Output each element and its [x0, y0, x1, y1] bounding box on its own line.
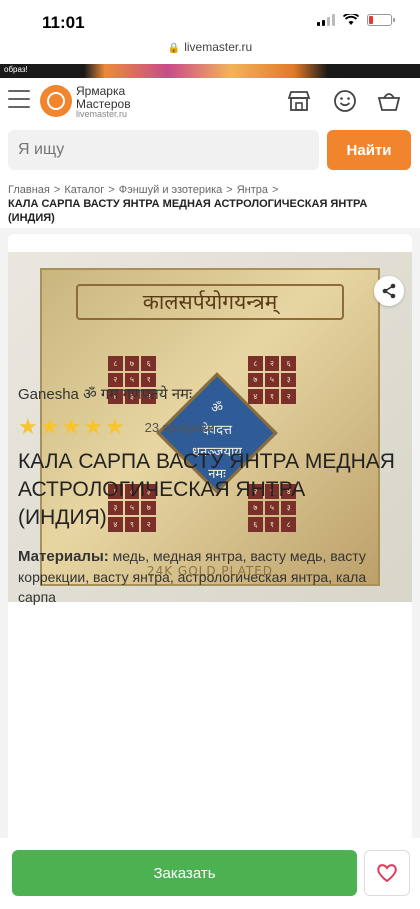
breadcrumb-home[interactable]: Главная	[8, 184, 50, 196]
logo[interactable]: Ярмарка Мастеров livemaster.ru	[76, 85, 131, 120]
cellular-signal-icon	[317, 14, 335, 26]
star-icon: ★	[61, 414, 82, 439]
yantra-grid-top-right: ८२६७५३४१२	[248, 356, 296, 404]
sales-count: 23 продажи	[144, 419, 215, 435]
logo-icon[interactable]	[40, 85, 72, 117]
materials-label: Материалы:	[18, 548, 109, 565]
status-bar: 11:01	[0, 0, 420, 40]
status-icons	[317, 14, 395, 26]
browser-url-bar[interactable]: 🔒 livemaster.ru	[0, 40, 420, 64]
star-icon: ★	[83, 414, 103, 439]
status-time: 11:01	[42, 13, 85, 32]
lock-icon: 🔒	[167, 43, 181, 54]
menu-icon[interactable]	[8, 90, 30, 108]
promo-banner[interactable]: образ!	[0, 64, 420, 78]
site-header: Ярмарка Мастеров livemaster.ru	[0, 78, 420, 126]
product-card: कालसर्पयोगयन्त्रम् ८७६२५१४३२ ८२६७५३४१२ १…	[8, 234, 412, 854]
logo-domain: livemaster.ru	[76, 109, 128, 120]
search-row: Найти	[0, 130, 420, 170]
smile-icon[interactable]	[332, 88, 358, 114]
rating-row: ★ ★ ★ ★ ★ 23 продажи	[18, 414, 215, 440]
promo-text: образ!	[4, 65, 28, 74]
breadcrumb-catalog[interactable]: Каталог	[64, 184, 104, 196]
breadcrumb: Главная > Каталог > Фэншуй и эзотерика > Янтра…	[8, 183, 412, 225]
shop-icon[interactable]	[286, 88, 312, 114]
search-input[interactable]	[8, 130, 319, 170]
share-button[interactable]	[374, 276, 404, 306]
search-button[interactable]: Найти	[327, 130, 411, 170]
share-icon	[382, 283, 396, 299]
basket-icon[interactable]	[376, 88, 402, 114]
breadcrumb-fengshui[interactable]: Фэншуй и эзотерика	[119, 184, 223, 196]
star-icon: ★	[39, 414, 60, 439]
battery-icon	[367, 14, 395, 26]
bottom-action-bar: Заказать	[0, 838, 420, 909]
browser-url: livemaster.ru	[184, 40, 253, 54]
favorite-button[interactable]	[364, 850, 410, 896]
order-button[interactable]: Заказать	[12, 850, 357, 896]
star-icon: ★	[104, 414, 125, 439]
breadcrumb-yantra[interactable]: Янтра	[237, 184, 268, 196]
star-icon: ★	[18, 414, 38, 439]
wifi-icon	[343, 14, 359, 25]
breadcrumb-current: КАЛА САРПА ВАСТУ ЯНТРА МЕДНАЯ АСТРОЛОГИЧ…	[8, 198, 368, 224]
product-title: КАЛА САРПА ВАСТУ ЯНТРА МЕДНАЯ АСТРОЛОГИЧ…	[18, 450, 395, 529]
logo-line1: Ярмарка	[76, 84, 126, 98]
yantra-title: कालसर्पयोगयन्त्रम्	[76, 284, 344, 320]
heart-icon	[377, 864, 397, 883]
materials: Материалы: медь, медная янтра, васту мед…	[18, 546, 398, 607]
seller-name[interactable]: Ganesha ॐ गम गणपतये नमः	[18, 384, 192, 404]
